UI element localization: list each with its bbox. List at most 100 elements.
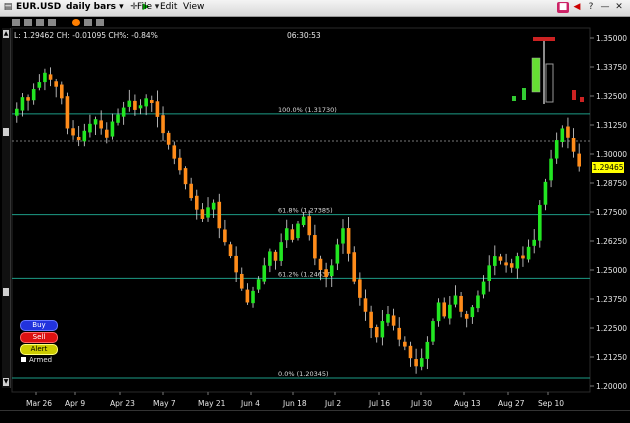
candle-body bbox=[149, 100, 154, 103]
candle-body bbox=[76, 136, 81, 141]
x-tick-label: May 21 bbox=[198, 399, 226, 408]
candle-body bbox=[577, 153, 581, 167]
candle-body bbox=[15, 108, 19, 116]
candle-body bbox=[189, 183, 193, 199]
candle-body bbox=[223, 229, 227, 243]
x-tick-label: Mar 26 bbox=[26, 399, 52, 408]
candle-body bbox=[386, 314, 390, 323]
widget-candle bbox=[531, 57, 541, 93]
y-tick-label: 1.27500 bbox=[596, 208, 627, 217]
candle-body bbox=[543, 181, 548, 205]
x-tick-label: Apr 9 bbox=[65, 399, 85, 408]
candle-body bbox=[391, 315, 396, 326]
candle-body bbox=[318, 258, 323, 270]
candle-body bbox=[206, 207, 210, 218]
candle-body bbox=[279, 242, 283, 261]
candle-body bbox=[54, 81, 58, 87]
armed-label: Armed bbox=[29, 356, 53, 364]
candle-body bbox=[566, 126, 570, 138]
candle-body bbox=[521, 255, 525, 259]
candle-body bbox=[301, 216, 306, 226]
candle-body bbox=[554, 140, 559, 159]
candle-body bbox=[335, 244, 340, 264]
candle-body bbox=[380, 321, 385, 338]
candle-body bbox=[48, 74, 53, 80]
candle-body bbox=[290, 229, 295, 240]
candle-body bbox=[307, 216, 312, 236]
last-price-tag: 1.29465 bbox=[592, 162, 624, 173]
candle-body bbox=[419, 358, 424, 367]
candle-body bbox=[228, 244, 233, 257]
candle-body bbox=[425, 341, 430, 359]
price-chart[interactable]: 1.35000 1.33750 1.32500 1.31250 1.30000 1.287… bbox=[0, 0, 630, 422]
candle-body bbox=[476, 295, 480, 309]
candle-body bbox=[200, 209, 205, 219]
candle-body bbox=[217, 201, 222, 229]
y-tick-label: 1.35000 bbox=[596, 34, 627, 43]
candle-body bbox=[346, 228, 351, 254]
y-tick-label: 1.22500 bbox=[596, 324, 627, 333]
candle-body bbox=[498, 256, 503, 261]
candle-body bbox=[37, 82, 42, 88]
alert-button[interactable]: Alert bbox=[20, 344, 58, 355]
candle-body bbox=[341, 228, 345, 244]
candle-body bbox=[504, 262, 508, 266]
x-tick-label: Jul 2 bbox=[324, 399, 341, 408]
candle-body bbox=[26, 97, 30, 101]
buy-button[interactable]: Buy bbox=[20, 320, 58, 331]
candle-body bbox=[251, 290, 255, 304]
candle-body bbox=[296, 223, 300, 239]
candle-body bbox=[470, 307, 475, 318]
candle-body bbox=[155, 101, 160, 117]
candle-body bbox=[194, 195, 199, 210]
candle-body bbox=[487, 265, 492, 282]
y-tick-label: 1.23750 bbox=[596, 295, 627, 304]
candle-body bbox=[172, 145, 177, 159]
candle-body bbox=[43, 72, 47, 83]
candle-body bbox=[369, 311, 373, 328]
candle-body bbox=[211, 202, 216, 210]
candle-body bbox=[60, 84, 64, 99]
x-tick-label: Sep 10 bbox=[538, 399, 564, 408]
candle-body bbox=[515, 256, 520, 269]
candle-body bbox=[329, 265, 334, 277]
candle-body bbox=[245, 289, 250, 303]
candle-body bbox=[116, 114, 120, 123]
sell-button[interactable]: Sell bbox=[20, 332, 58, 343]
candle-body bbox=[403, 341, 407, 347]
y-tick-label: 1.32500 bbox=[596, 92, 627, 101]
candle-body bbox=[82, 130, 87, 142]
candle-body bbox=[104, 129, 109, 138]
candle-body bbox=[71, 128, 75, 136]
x-tick-label: Apr 23 bbox=[110, 399, 135, 408]
candle-body bbox=[166, 132, 171, 145]
candle-body bbox=[239, 273, 244, 289]
candle-body bbox=[549, 158, 553, 181]
candle-body bbox=[526, 246, 531, 260]
x-tick-label: Jun 18 bbox=[282, 399, 307, 408]
candle-body bbox=[481, 281, 486, 295]
y-tick-label: 1.20000 bbox=[596, 382, 627, 391]
candle-body bbox=[442, 302, 447, 317]
candle-body bbox=[313, 235, 317, 259]
y-tick-label: 1.30000 bbox=[596, 150, 627, 159]
fib-level-label: 100.0% (1.31730) bbox=[278, 106, 337, 114]
candle-body bbox=[352, 252, 357, 282]
history-scrollbar[interactable] bbox=[0, 410, 630, 423]
candle-body bbox=[560, 128, 565, 142]
chart-window: ▤ EUR.USD daily bars ▾ ✛ ▶ ▾ File Edit V… bbox=[0, 0, 630, 423]
candle-body bbox=[31, 89, 36, 101]
widget-candle bbox=[545, 63, 554, 103]
widget-bar-top bbox=[533, 37, 555, 41]
candle-body bbox=[262, 265, 267, 282]
candle-body bbox=[436, 302, 441, 322]
y-tick-label: 1.26250 bbox=[596, 237, 627, 246]
armed-checkbox[interactable] bbox=[21, 357, 26, 362]
chart-type-widget bbox=[512, 37, 584, 104]
candle-body bbox=[448, 304, 452, 319]
candle-body bbox=[234, 255, 238, 273]
y-tick-label: 1.21250 bbox=[596, 353, 627, 362]
candle-body bbox=[127, 100, 132, 107]
candle-body bbox=[284, 228, 289, 241]
candle-body bbox=[414, 359, 418, 367]
